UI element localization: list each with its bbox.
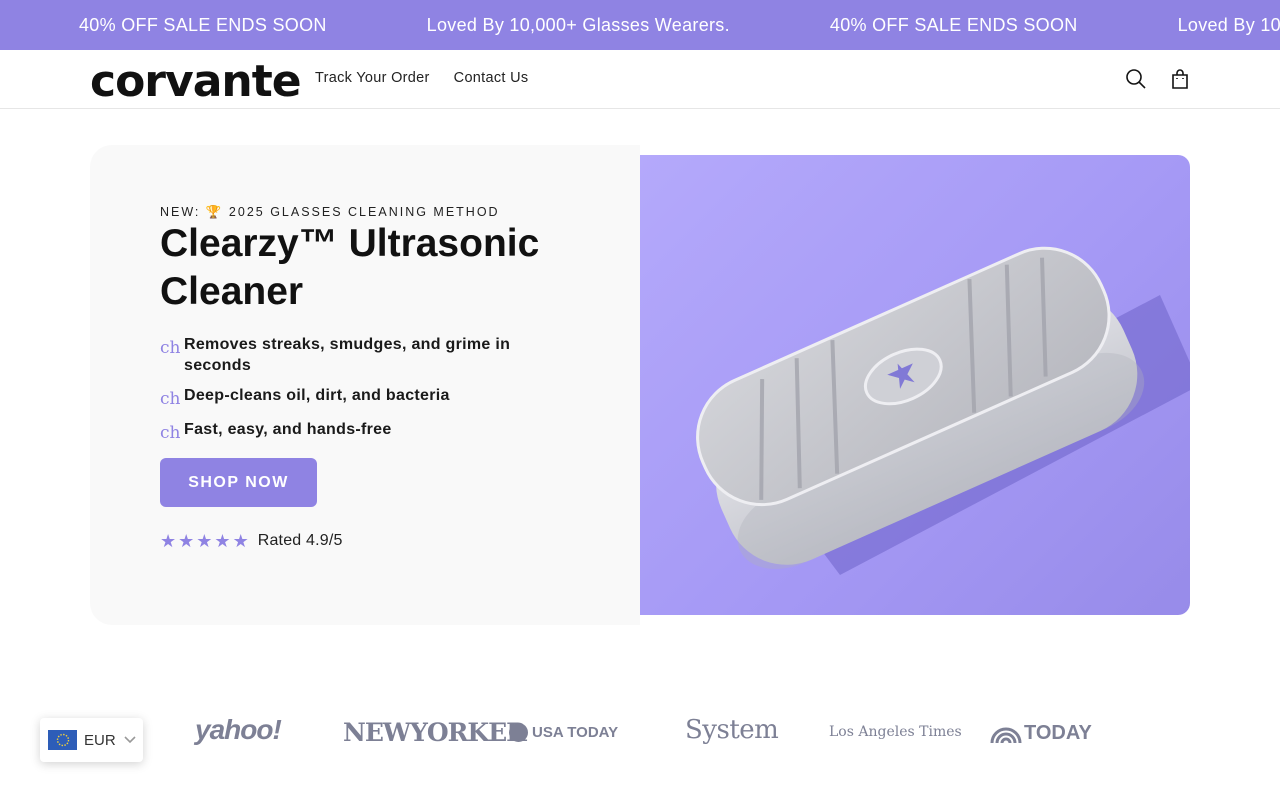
main-nav: Track Your Order Contact Us: [315, 70, 528, 86]
checkmark-icon: ch: [160, 338, 181, 358]
list-item: ch Fast, easy, and hands-free: [160, 419, 580, 444]
hero-title: Clearzy™ Ultrasonic Cleaner: [160, 222, 540, 313]
press-logo-today: TODAY: [990, 722, 1092, 745]
star-rating: ★ ★ ★ ★ ★: [160, 531, 249, 551]
announcement-item: 40% OFF SALE ENDS SOON: [829, 14, 1078, 35]
press-logos: yahoo! NEWYORKER USA TODAY System Los An…: [0, 712, 1280, 762]
checkmark-icon: ch: [160, 423, 181, 443]
benefit-text: Deep-cleans oil, dirt, and bacteria: [184, 387, 450, 404]
list-item: ch Removes streaks, smudges, and grime i…: [160, 334, 580, 376]
press-logo-system: System: [685, 715, 779, 745]
press-logo-yahoo: yahoo!: [195, 714, 282, 745]
benefit-text: Removes streaks, smudges, and grime in s…: [184, 336, 511, 374]
announcement-item: 40% OFF SALE ENDS SOON: [79, 14, 327, 35]
announcement-bar: 40% OFF SALE ENDS SOON Loved By 10,000+ …: [0, 0, 1280, 50]
product-image: [640, 155, 1190, 615]
announcement-item: Loved By 10,000+ Glasses Wearers.: [1177, 14, 1280, 35]
benefit-list: ch Removes streaks, smudges, and grime i…: [160, 334, 580, 453]
rating-text: Rated 4.9/5: [257, 532, 343, 549]
star-icon: ★: [196, 531, 213, 551]
today-sunrise-icon: [990, 727, 1022, 743]
site-header: corvante Track Your Order Contact Us: [0, 50, 1280, 109]
cart-icon[interactable]: [1168, 67, 1192, 91]
currency-selector[interactable]: EUR: [40, 718, 143, 762]
press-logo-newyorker: NEWYORKER: [343, 718, 527, 747]
star-icon: ★: [160, 531, 177, 551]
currency-code: EUR: [84, 731, 116, 749]
brand-logo[interactable]: corvante: [90, 56, 302, 107]
nav-track-order-link[interactable]: Track Your Order: [315, 70, 430, 86]
press-logo-latimes: Los Angeles Times: [829, 724, 962, 740]
list-item: ch Deep-cleans oil, dirt, and bacteria: [160, 385, 580, 410]
shop-now-button[interactable]: SHOP NOW: [160, 458, 317, 507]
nav-contact-link[interactable]: Contact Us: [454, 70, 529, 86]
announcement-track: 40% OFF SALE ENDS SOON Loved By 10,000+ …: [79, 0, 1280, 50]
press-logo-label: TODAY: [1024, 722, 1092, 744]
star-icon: ★: [232, 531, 249, 551]
announcement-item: Loved By 10,000+ Glasses Wearers.: [426, 14, 730, 35]
chevron-down-icon: [123, 731, 137, 749]
usatoday-dot-icon: [509, 723, 528, 742]
search-icon[interactable]: [1124, 67, 1148, 91]
benefit-text: Fast, easy, and hands-free: [184, 421, 392, 438]
eu-flag-icon: [48, 730, 77, 750]
checkmark-icon: ch: [160, 389, 181, 409]
rating-row: ★ ★ ★ ★ ★ Rated 4.9/5: [160, 531, 343, 551]
star-icon: ★: [178, 531, 195, 551]
press-logo-label: USA TODAY: [532, 724, 619, 741]
press-logo-usatoday: USA TODAY: [509, 723, 618, 742]
star-icon: ★: [214, 531, 231, 551]
hero-eyebrow: NEW: 🏆 2025 GLASSES CLEANING METHOD: [160, 205, 500, 219]
